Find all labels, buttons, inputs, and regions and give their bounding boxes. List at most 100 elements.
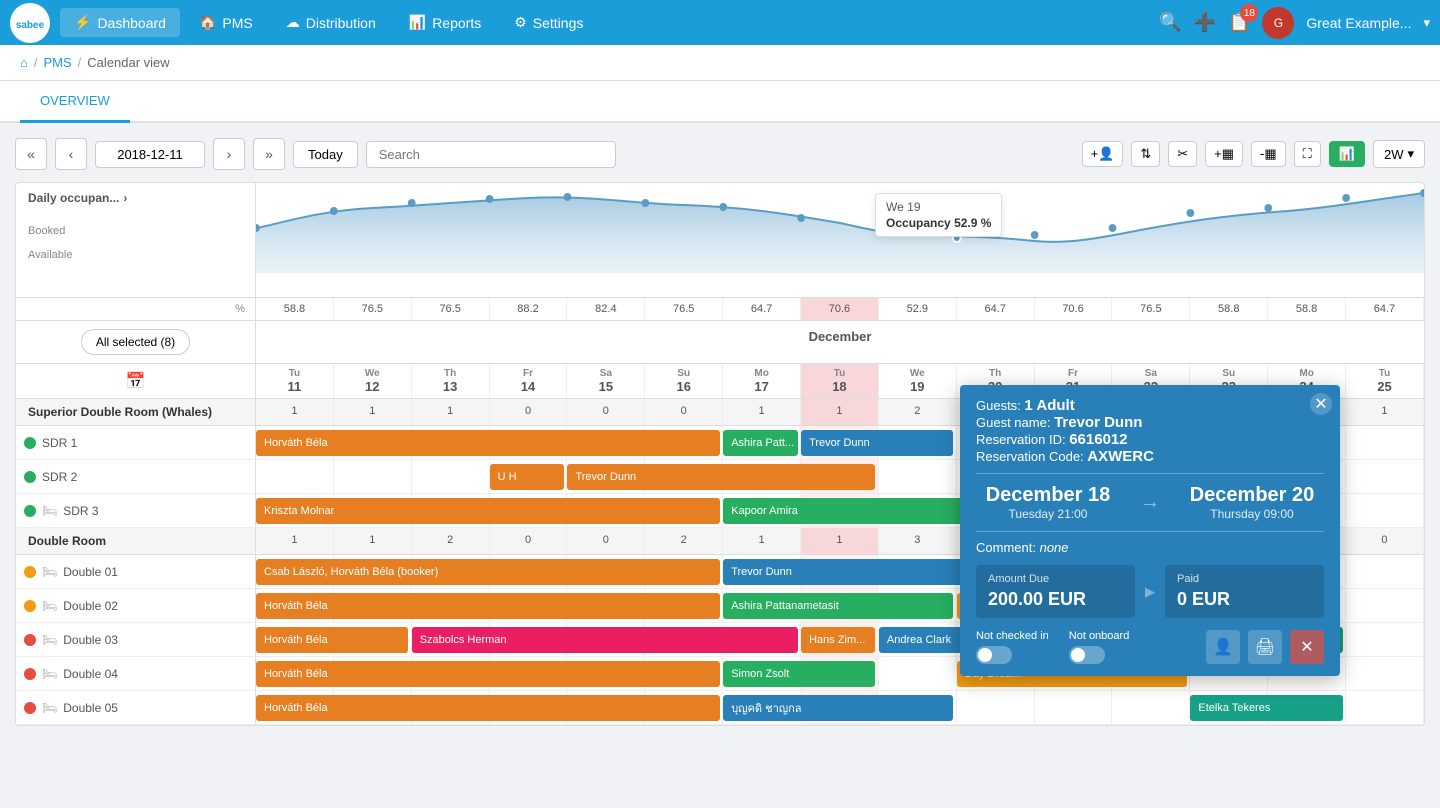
- room-day-cell[interactable]: [1112, 691, 1190, 724]
- date-input[interactable]: 2018-12-11: [95, 141, 205, 168]
- remove-column-button[interactable]: -▦: [1251, 141, 1286, 167]
- tab-bar: OVERVIEW: [0, 81, 1440, 123]
- room-day-cell[interactable]: [879, 460, 957, 493]
- fullscreen-icon: ⛶: [1303, 146, 1312, 162]
- booking-bar[interactable]: Ashira Patt...: [723, 430, 797, 456]
- booking-bar[interactable]: Csab László, Horváth Béla (booker): [256, 559, 720, 585]
- day-cell: Tu18: [801, 364, 879, 398]
- tooltip-close-button[interactable]: ✕: [1310, 393, 1332, 415]
- status-dot-red: [24, 702, 36, 714]
- prev-prev-button[interactable]: «: [15, 138, 47, 170]
- room-group-count: 1: [412, 399, 490, 425]
- add-icon[interactable]: ➕: [1194, 12, 1216, 33]
- room-day-cell[interactable]: [1346, 494, 1424, 527]
- chart-svg: [256, 183, 1424, 273]
- room-day-cell[interactable]: [1346, 657, 1424, 690]
- user-name[interactable]: Great Example...: [1306, 15, 1411, 31]
- search-input[interactable]: [366, 141, 616, 168]
- booking-bar[interactable]: Horváth Béla: [256, 593, 720, 619]
- booking-bar[interactable]: Etelka Tekeres: [1190, 695, 1342, 721]
- room-name-label: Double 03: [63, 633, 118, 647]
- room-label: 🛏Double 01: [16, 555, 256, 588]
- room-group-count: 0: [567, 528, 645, 554]
- month-label: December: [256, 321, 1424, 363]
- tab-overview[interactable]: OVERVIEW: [20, 81, 130, 123]
- add-person-button[interactable]: +👤: [1082, 141, 1124, 167]
- booking-bar[interactable]: Simon Zsolt: [723, 661, 875, 687]
- pct-cell: 76.5: [412, 298, 490, 320]
- pct-cell: 76.5: [1112, 298, 1190, 320]
- nav-settings[interactable]: ⚙ Settings: [500, 8, 597, 37]
- room-group-count: 0: [490, 528, 568, 554]
- room-group-count: 1: [801, 399, 879, 425]
- user-dropdown-icon[interactable]: ▾: [1423, 15, 1430, 31]
- booking-bar[interactable]: บุญคดิ ชาญกล: [723, 695, 953, 721]
- bed-icon: 🛏: [42, 565, 57, 579]
- day-cell: Tu25: [1346, 364, 1424, 398]
- room-day-cell[interactable]: [1035, 691, 1113, 724]
- move-button[interactable]: ⇅: [1131, 141, 1160, 167]
- room-day-cell[interactable]: [1346, 691, 1424, 724]
- checked-in-switch[interactable]: [976, 646, 1012, 664]
- day-cell: Sa15: [567, 364, 645, 398]
- nav-dashboard[interactable]: ⚡ Dashboard: [60, 8, 180, 37]
- booking-bar[interactable]: Ashira Pattanametasit: [723, 593, 953, 619]
- booking-bar[interactable]: Kriszta Molnar: [256, 498, 720, 524]
- room-day-cell[interactable]: [256, 460, 334, 493]
- room-day-cell[interactable]: [1346, 589, 1424, 622]
- booking-bar[interactable]: U H: [490, 464, 564, 490]
- booking-bar[interactable]: Trevor Dunn: [801, 430, 953, 456]
- booking-bar[interactable]: Trevor Dunn: [567, 464, 875, 490]
- nav-pms[interactable]: 🏠 PMS: [185, 8, 267, 37]
- booking-bar[interactable]: Horváth Béla: [256, 695, 720, 721]
- search-icon[interactable]: 🔍: [1159, 12, 1181, 33]
- room-day-cell[interactable]: [334, 460, 412, 493]
- booking-bar[interactable]: Horváth Béla: [256, 627, 408, 653]
- view-selector[interactable]: 2W ▾: [1373, 140, 1425, 168]
- booking-bar[interactable]: Horváth Béla: [256, 430, 720, 456]
- room-day-cell[interactable]: [1346, 460, 1424, 493]
- nav-right-controls: 🔍 ➕ 📋 18 G Great Example... ▾: [1159, 7, 1430, 39]
- fullscreen-button[interactable]: ⛶: [1294, 141, 1321, 167]
- next-next-button[interactable]: »: [253, 138, 285, 170]
- booking-bar[interactable]: Horváth Béla: [256, 661, 720, 687]
- add-column-button[interactable]: +▦: [1205, 141, 1243, 167]
- room-day-cell[interactable]: [1346, 426, 1424, 459]
- room-day-cell[interactable]: [879, 657, 957, 690]
- nav-reports[interactable]: 📊 Reports: [395, 8, 495, 37]
- booking-bar[interactable]: Szabolcs Herman: [412, 627, 798, 653]
- room-group-count: 1: [334, 528, 412, 554]
- scissors-icon: ✂: [1177, 146, 1188, 162]
- booking-bar[interactable]: Hans Zim...: [801, 627, 875, 653]
- cancel-booking-button[interactable]: ✕: [1290, 630, 1324, 664]
- room-day-cell[interactable]: [412, 460, 490, 493]
- breadcrumb-home[interactable]: ⌂: [20, 55, 28, 70]
- today-button[interactable]: Today: [293, 141, 358, 168]
- chart-button[interactable]: 📊: [1329, 141, 1365, 167]
- room-cells: Horváth Bélaบุญคดิ ชาญกล Etelka Tekeres: [256, 691, 1424, 724]
- onboard-switch[interactable]: [1069, 646, 1105, 664]
- day-cell: Mo17: [723, 364, 801, 398]
- scissors-button[interactable]: ✂: [1168, 141, 1197, 167]
- room-label: 🛏Double 02: [16, 589, 256, 622]
- room-day-cell[interactable]: [1346, 623, 1424, 656]
- bed-icon: 🛏: [42, 633, 57, 647]
- room-day-cell[interactable]: [1346, 555, 1424, 588]
- tooltip-action-buttons: 👤 🖨 ✕: [1206, 630, 1324, 664]
- room-group-count: 0: [567, 399, 645, 425]
- pct-cell: 64.7: [957, 298, 1035, 320]
- notifications-button[interactable]: 📋 18: [1228, 12, 1250, 33]
- pct-cell: 64.7: [723, 298, 801, 320]
- app-logo[interactable]: sabee: [10, 3, 50, 43]
- breadcrumb-pms[interactable]: PMS: [43, 55, 71, 70]
- next-button[interactable]: ›: [213, 138, 245, 170]
- print-button[interactable]: 🖨: [1248, 630, 1282, 664]
- room-group-count: 1: [801, 528, 879, 554]
- amount-due-col: Amount Due 200.00 EUR: [976, 565, 1135, 618]
- prev-button[interactable]: ‹: [55, 138, 87, 170]
- all-selected-button[interactable]: All selected (8): [81, 329, 190, 355]
- room-day-cell[interactable]: [957, 691, 1035, 724]
- user-avatar[interactable]: G: [1262, 7, 1294, 39]
- guest-profile-button[interactable]: 👤: [1206, 630, 1240, 664]
- nav-distribution[interactable]: ☁ Distribution: [272, 8, 390, 37]
